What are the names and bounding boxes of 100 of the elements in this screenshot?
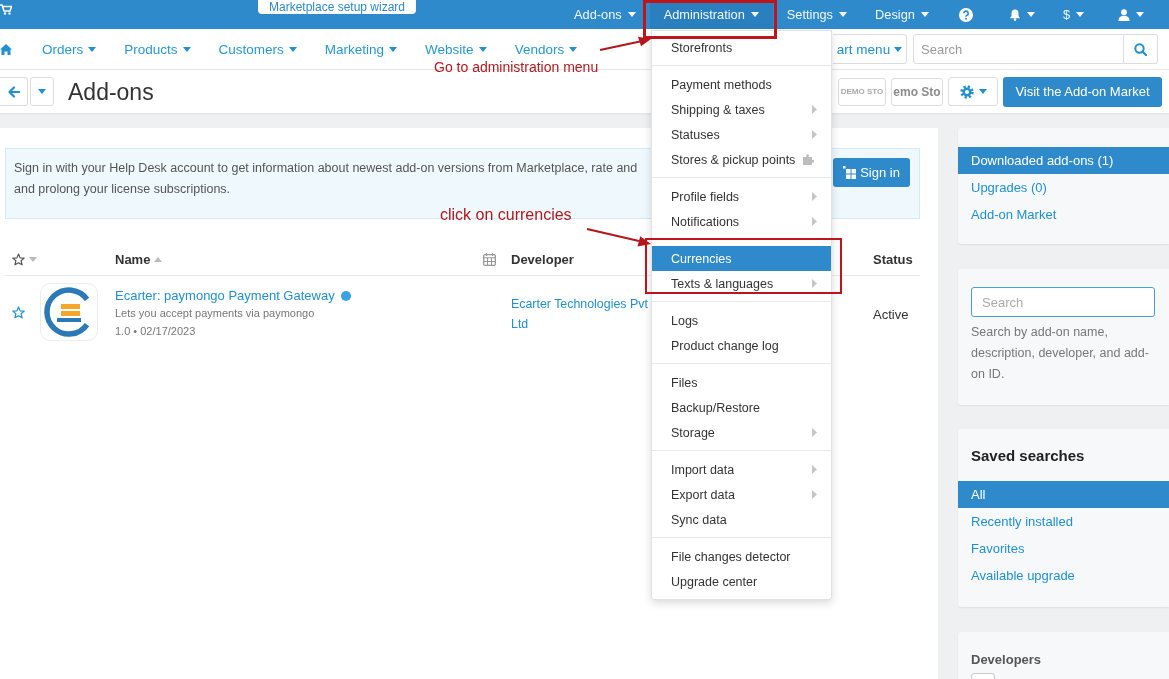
- caret-icon: [389, 46, 398, 52]
- addon-search-field[interactable]: Search: [971, 287, 1155, 317]
- caret-icon[interactable]: [29, 257, 37, 262]
- history-dropdown-button[interactable]: [30, 77, 54, 106]
- caret-icon: [288, 46, 297, 52]
- column-header[interactable]: Developer: [511, 252, 574, 267]
- storefront-button[interactable]: DEMO STO: [838, 77, 886, 106]
- saved-search-item[interactable]: All: [958, 481, 1169, 508]
- caret-icon: [1026, 12, 1035, 17]
- developers-title: Developers: [971, 652, 1043, 668]
- back-button[interactable]: [0, 77, 28, 106]
- search-field[interactable]: Search: [913, 34, 1124, 64]
- dropdown-menu-item[interactable]: Notifications: [652, 209, 831, 234]
- currency-button[interactable]: $: [1048, 0, 1098, 29]
- addon-name-link[interactable]: Ecarter: paymongo Payment Gateway: [115, 288, 335, 304]
- submenu-arrow-icon: [812, 490, 817, 499]
- help-icon: [958, 7, 973, 22]
- dropdown-menu-item[interactable]: Upgrade center: [652, 569, 831, 594]
- setup-wizard-button[interactable]: Marketplace setup wizard: [258, 0, 416, 14]
- dropdown-menu-item[interactable]: Export data: [652, 482, 831, 507]
- caret-icon: [839, 12, 848, 17]
- gear-icon: [959, 84, 974, 99]
- dropdown-menu-item[interactable]: Files: [652, 370, 831, 395]
- dropdown-menu-item[interactable]: Logs: [652, 308, 831, 333]
- caret-icon: [978, 89, 987, 94]
- nav-menu-item[interactable]: Orders: [28, 34, 111, 64]
- caret-icon: [1136, 12, 1144, 17]
- saved-search-item[interactable]: Recently installed: [958, 508, 1169, 535]
- settings-button[interactable]: [948, 77, 998, 106]
- sidebar-tab[interactable]: Downloaded add-ons (1): [958, 147, 1169, 174]
- dropdown-menu-item[interactable]: Storefronts: [652, 35, 831, 60]
- caret-icon: [920, 12, 929, 17]
- search-button[interactable]: [1124, 34, 1158, 64]
- addon-version-date: 1.0 • 02/17/2023: [115, 324, 196, 339]
- column-header[interactable]: Name: [115, 252, 151, 267]
- sidebar-tab[interactable]: Upgrades (0): [958, 174, 1169, 201]
- submenu-arrow-icon: [812, 130, 817, 139]
- star-icon[interactable]: [12, 306, 25, 319]
- saved-searches-title: Saved searches: [970, 446, 1086, 466]
- search-icon: [1134, 42, 1147, 56]
- caret-icon: [750, 12, 759, 17]
- dropdown-menu-item[interactable]: Backup/Restore: [652, 395, 831, 420]
- caret-icon: [478, 46, 487, 52]
- sign-in-button[interactable]: Sign in: [833, 158, 910, 187]
- visit-market-button[interactable]: Visit the Add-on Market: [1003, 76, 1162, 107]
- caret-icon: [894, 46, 903, 52]
- back-arrow-icon: [7, 85, 20, 98]
- annotation-text: Go to administration menu: [434, 58, 599, 76]
- caret-icon: [182, 46, 191, 52]
- addon-description: Lets you accept payments via paymongo: [115, 306, 315, 321]
- dropdown-menu-item[interactable]: Sync data: [652, 507, 831, 532]
- annotation-arrow: [598, 34, 652, 53]
- dropdown-menu-item[interactable]: Statuses: [652, 122, 831, 147]
- puzzle-icon: [802, 154, 814, 165]
- caret-icon: [627, 12, 636, 17]
- top-menu-item[interactable]: Design: [861, 0, 943, 29]
- user-icon: [1118, 8, 1130, 21]
- home-button[interactable]: [0, 42, 12, 56]
- nav-menu-item[interactable]: Customers: [204, 34, 311, 64]
- column-header[interactable]: Status: [873, 252, 913, 267]
- search-hint: Search by add-on name, description, developer, and add-on ID.: [971, 324, 1150, 383]
- star-icon[interactable]: [12, 253, 25, 266]
- grid-icon: [843, 166, 857, 179]
- bell-icon: [1008, 8, 1021, 21]
- annotation-text: click on currencies: [440, 206, 572, 224]
- dropdown-menu-item[interactable]: Payment methods: [652, 72, 831, 97]
- submenu-arrow-icon: [812, 279, 817, 288]
- dropdown-menu-item[interactable]: Profile fields: [652, 184, 831, 209]
- submenu-arrow-icon: [812, 105, 817, 114]
- caret-icon: [88, 46, 97, 52]
- top-menu-item[interactable]: Add-ons: [560, 0, 650, 29]
- dropdown-menu-item[interactable]: Stores & pickup points: [652, 147, 831, 172]
- saved-search-item[interactable]: Favorites: [958, 535, 1169, 562]
- nav-menu-item[interactable]: Products: [110, 34, 205, 64]
- submenu-arrow-icon: [812, 217, 817, 226]
- dropdown-menu-item[interactable]: Shipping & taxes: [652, 97, 831, 122]
- notice-text: Sign in with your Help Desk account to get information about newest add-on versions from Marketplace, rate and and prolong your license subscriptions.: [14, 160, 638, 198]
- caret-icon: [38, 89, 46, 94]
- dropdown-menu-item[interactable]: Product change log: [652, 333, 831, 358]
- page-title: Add-ons: [68, 77, 154, 107]
- annotation-arrow: [585, 226, 652, 248]
- home-icon: [0, 43, 12, 55]
- caret-icon: [569, 46, 578, 52]
- caret-icon: [1076, 12, 1084, 17]
- calendar-icon[interactable]: [483, 253, 496, 266]
- sidebar-tab[interactable]: Add-on Market: [958, 201, 1169, 228]
- nav-menu-item[interactable]: Marketing: [310, 34, 412, 64]
- dropdown-menu-item[interactable]: Storage: [652, 420, 831, 445]
- dropdown-menu-item[interactable]: Currencies: [652, 246, 831, 271]
- storefront-button[interactable]: emo Sto: [891, 77, 943, 106]
- dropdown-menu-item[interactable]: Texts & languages: [652, 271, 831, 296]
- cart-icon[interactable]: [0, 4, 12, 15]
- quick-menu-button[interactable]: art menu: [833, 34, 907, 64]
- submenu-arrow-icon: [812, 192, 817, 201]
- dropdown-menu-item[interactable]: File changes detector: [652, 544, 831, 569]
- developer-link[interactable]: Ecarter Technologies Pvt Ltd: [511, 294, 651, 334]
- dropdown-menu-item[interactable]: Import data: [652, 457, 831, 482]
- top-menu-item[interactable]: Settings: [772, 0, 862, 29]
- submenu-arrow-icon: [812, 465, 817, 474]
- saved-search-item[interactable]: Available upgrade: [958, 562, 1169, 589]
